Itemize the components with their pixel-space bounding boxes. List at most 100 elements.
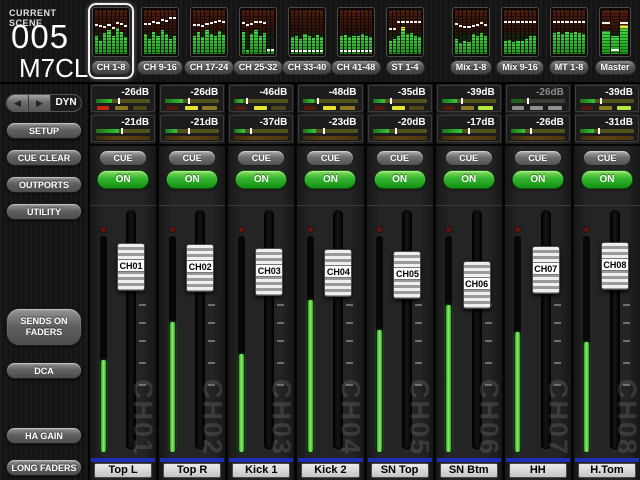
gr-segment (340, 106, 355, 110)
fader-position-dash (369, 50, 372, 52)
fader-cap-label: CH08 (602, 258, 628, 271)
sends-on-faders-button[interactable]: SENDS ON FADERS (6, 308, 82, 346)
dca-button[interactable]: DCA (6, 362, 82, 379)
tab-ch-9-16[interactable]: CH 9-16 (137, 3, 183, 79)
channel-name-plate[interactable]: H.Tom (578, 463, 636, 478)
threshold-meter (373, 129, 427, 133)
fader-cap[interactable]: CH04 (324, 249, 352, 297)
threshold-meter (373, 99, 427, 103)
cue-button[interactable]: CUE (445, 150, 493, 166)
threshold-tick (317, 98, 319, 104)
meter-column (210, 10, 213, 54)
meter-column (406, 10, 409, 54)
tab-ch-25-32[interactable]: CH 25-32 (235, 3, 281, 79)
fader-cap[interactable]: CH07 (532, 246, 560, 294)
fader-position-dash (561, 21, 564, 23)
tab-ch-41-48[interactable]: CH 41-48 (333, 3, 379, 79)
tab-master[interactable]: Master (595, 3, 635, 79)
meter-bar (103, 33, 106, 54)
fader-position-dash (455, 23, 458, 25)
meter-bar (210, 34, 213, 54)
dyn1-meter-box: -26dB (91, 85, 155, 112)
long-faders-button[interactable]: LONG FADERS (6, 459, 82, 476)
meter-column (410, 10, 413, 54)
meter-column (303, 10, 306, 54)
fader-track[interactable] (402, 210, 412, 450)
channel-on-button[interactable]: ON (97, 170, 149, 189)
fader-position-dash (193, 24, 196, 26)
channel-name-plate[interactable]: HH (509, 463, 567, 478)
fader-scale-tick (346, 304, 353, 306)
fader-track[interactable] (264, 210, 274, 450)
tab-mt-1-8[interactable]: MT 1-8 (546, 3, 592, 79)
fader-position-dash (320, 50, 323, 52)
channel-name-plate[interactable]: Top L (94, 463, 152, 478)
meter-column (361, 10, 364, 54)
next-arrow-button[interactable]: ▶ (29, 95, 51, 111)
channel-on-button[interactable]: ON (304, 170, 356, 189)
dyn2-meter-box: -21dB (160, 115, 224, 142)
ha-gain-button[interactable]: HA GAIN (6, 427, 82, 444)
setup-button[interactable]: SETUP (6, 122, 82, 139)
fader-track[interactable] (333, 210, 343, 450)
fader-position-dash (112, 27, 115, 29)
cue-button[interactable]: CUE (168, 150, 216, 166)
threshold-meter (511, 129, 565, 133)
channel-name-plate[interactable]: SN Top (371, 463, 429, 478)
meter-column (463, 10, 466, 54)
meter-fill (580, 99, 595, 103)
dyn1-meter-box: -35dB (368, 85, 432, 112)
channel-name-plate[interactable]: Kick 2 (301, 463, 359, 478)
tab-st-1-4[interactable]: ST 1-4 (382, 3, 428, 79)
tab-ch-33-40[interactable]: CH 33-40 (284, 3, 330, 79)
threshold-meter (165, 129, 219, 133)
fader-cap[interactable]: CH05 (393, 251, 421, 299)
channel-name-plate[interactable]: Kick 1 (232, 463, 290, 478)
meter-bar (116, 28, 119, 54)
tab-mix-1-8[interactable]: Mix 1-8 (448, 3, 494, 79)
channel-on-button[interactable]: ON (443, 170, 495, 189)
clip-indicator (170, 227, 175, 232)
cue-button[interactable]: CUE (306, 150, 354, 166)
meter-bar (263, 33, 266, 54)
fader-position-dash (393, 28, 396, 30)
cue-button[interactable]: CUE (99, 150, 147, 166)
outports-button[interactable]: OUTPORTS (6, 176, 82, 193)
fader-position-dash (389, 28, 392, 30)
cue-clear-button[interactable]: CUE CLEAR (6, 149, 82, 166)
channel-name-plate[interactable]: SN Btm (440, 463, 498, 478)
utility-button[interactable]: UTILITY (6, 203, 82, 220)
cue-button[interactable]: CUE (376, 150, 424, 166)
tab-ch-17-24[interactable]: CH 17-24 (186, 3, 232, 79)
cue-button[interactable]: CUE (583, 150, 631, 166)
meter-bar (112, 36, 115, 54)
channel-on-button[interactable]: ON (512, 170, 564, 189)
fader-bank-tabs: CH 1-8CH 9-16CH 17-24CH 25-32CH 33-40CH … (88, 3, 635, 83)
channel-on-button[interactable]: ON (235, 170, 287, 189)
channel-name-plate[interactable]: Top R (163, 463, 221, 478)
cue-button[interactable]: CUE (514, 150, 562, 166)
clip-indicator (515, 227, 520, 232)
prev-arrow-button[interactable]: ◀ (7, 95, 29, 111)
fader-cap[interactable]: CH03 (255, 248, 283, 296)
tab-ch-1-8[interactable]: CH 1-8 (88, 3, 134, 79)
fader-area: CH08CH08 (574, 200, 640, 458)
meter-column (476, 10, 479, 54)
channel-on-button[interactable]: ON (374, 170, 426, 189)
tab-mix-9-16[interactable]: Mix 9-16 (497, 3, 543, 79)
meter-fill (442, 99, 457, 103)
fader-scale-tick (485, 384, 492, 386)
channel-on-button[interactable]: ON (581, 170, 633, 189)
fader-track[interactable] (472, 210, 482, 450)
fader-cap[interactable]: CH08 (601, 242, 629, 290)
cue-button[interactable]: CUE (237, 150, 285, 166)
bank-mini-meter (239, 7, 277, 57)
fader-cap[interactable]: CH06 (463, 261, 491, 309)
meter-bar (512, 42, 515, 54)
fader-cap[interactable]: CH02 (186, 244, 214, 292)
meter-column (553, 10, 556, 54)
fader-cap[interactable]: CH01 (117, 243, 145, 291)
channel-on-button[interactable]: ON (166, 170, 218, 189)
on-row: ON (574, 170, 640, 200)
clip-indicator (446, 227, 451, 232)
